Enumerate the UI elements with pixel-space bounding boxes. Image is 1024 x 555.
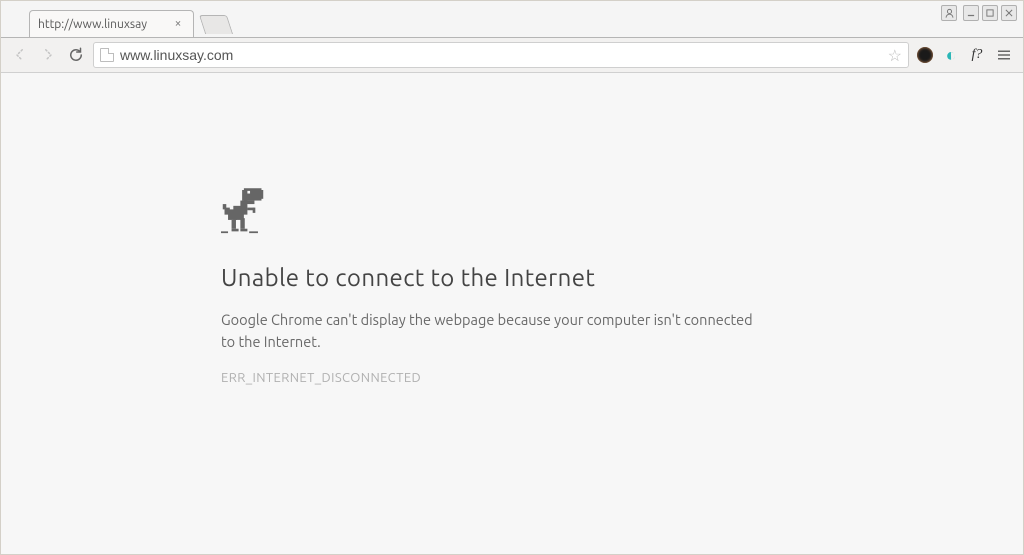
error-code: ERR_INTERNET_DISCONNECTED bbox=[221, 371, 761, 385]
forward-button[interactable] bbox=[37, 44, 59, 66]
page-content: Unable to connect to the Internet Google… bbox=[1, 73, 1023, 554]
tab-title: http://www.linuxsay bbox=[38, 18, 171, 31]
dino-icon bbox=[221, 188, 265, 236]
bookmark-star-icon[interactable]: ☆ bbox=[888, 46, 902, 65]
toolbar: ☆ ◐ f? bbox=[1, 37, 1023, 73]
new-tab-button[interactable] bbox=[199, 15, 233, 34]
extension-3-icon[interactable]: f? bbox=[967, 45, 987, 65]
error-block: Unable to connect to the Internet Google… bbox=[221, 188, 761, 385]
menu-icon[interactable] bbox=[993, 44, 1015, 66]
close-tab-icon[interactable]: × bbox=[171, 17, 185, 31]
page-icon bbox=[100, 48, 114, 62]
extension-2-icon[interactable]: ◐ bbox=[941, 45, 961, 65]
tab-strip: http://www.linuxsay × bbox=[1, 1, 1023, 37]
extension-1-icon[interactable] bbox=[915, 45, 935, 65]
back-button[interactable] bbox=[9, 44, 31, 66]
url-input[interactable] bbox=[120, 47, 882, 63]
error-description: Google Chrome can't display the webpage … bbox=[221, 309, 761, 353]
error-heading: Unable to connect to the Internet bbox=[221, 264, 761, 291]
browser-tab[interactable]: http://www.linuxsay × bbox=[29, 10, 194, 37]
reload-button[interactable] bbox=[65, 44, 87, 66]
address-bar[interactable]: ☆ bbox=[93, 42, 909, 68]
